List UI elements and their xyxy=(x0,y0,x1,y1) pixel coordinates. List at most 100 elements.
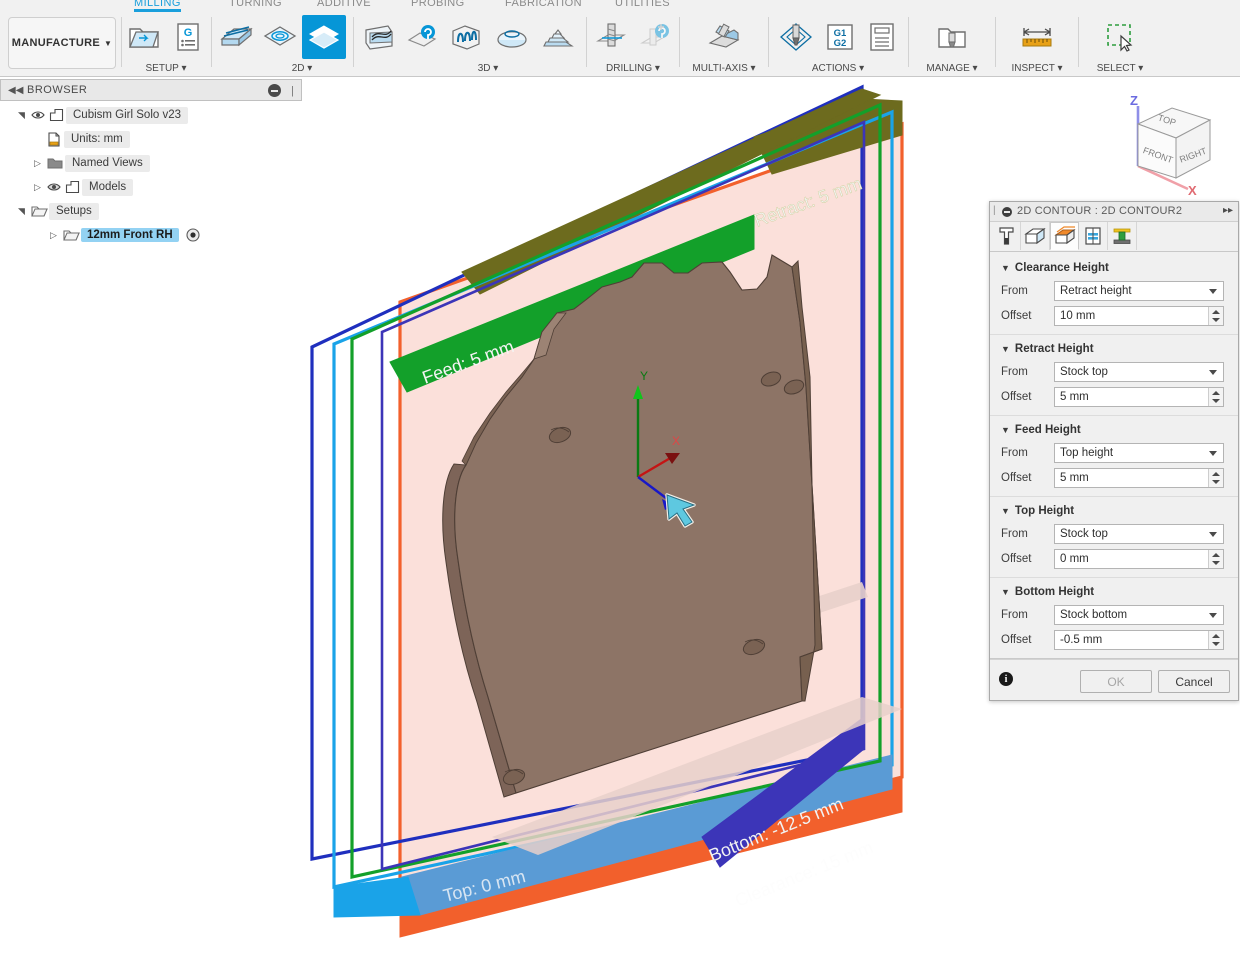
spinner-up-icon[interactable] xyxy=(1212,390,1220,395)
view-cube[interactable]: Z X TOP FRONT RIGHT xyxy=(1110,92,1235,198)
spinner-buttons[interactable] xyxy=(1208,387,1223,406)
clearance-offset-input[interactable]: 10 mm xyxy=(1054,305,1224,326)
spinner-up-icon[interactable] xyxy=(1212,309,1220,314)
spinner-buttons[interactable] xyxy=(1208,549,1223,568)
select-window-button[interactable] xyxy=(1098,15,1142,59)
top-from-select[interactable]: Stock top xyxy=(1054,523,1224,544)
scallop-toolpath-button[interactable] xyxy=(490,15,534,59)
bore-button[interactable] xyxy=(633,15,677,59)
adaptive-clearing-button[interactable] xyxy=(356,15,400,59)
multi-axis-contour-button[interactable] xyxy=(702,15,746,59)
group-header[interactable]: ▼ Feed Height xyxy=(990,420,1238,440)
clearance-from-select[interactable]: Retract height xyxy=(1054,280,1224,301)
dialog-expand-icon[interactable]: ▸▸ xyxy=(1223,205,1233,216)
spinner-down-icon[interactable] xyxy=(1212,398,1220,403)
collapse-panel-icon[interactable]: ◀◀ xyxy=(8,85,23,96)
spinner-down-icon[interactable] xyxy=(1212,317,1220,322)
tab-milling[interactable]: MILLING xyxy=(134,0,181,12)
bottom-offset-input[interactable]: -0.5 mm xyxy=(1054,629,1224,650)
tab-utilities[interactable]: UTILITIES xyxy=(615,0,670,9)
feed-from-select[interactable]: Top height xyxy=(1054,442,1224,463)
caret-down-icon[interactable]: ▼ xyxy=(1001,587,1010,597)
tree-row-named-views[interactable]: ▷ Named Views xyxy=(0,151,302,175)
spinner-up-icon[interactable] xyxy=(1212,633,1220,638)
caret-down-icon[interactable]: ▼ xyxy=(1001,344,1010,354)
cancel-button[interactable]: Cancel xyxy=(1158,670,1230,693)
tab-additive[interactable]: ADDITIVE xyxy=(317,0,371,9)
bottom-from-select[interactable]: Stock bottom xyxy=(1054,604,1224,625)
measure-button[interactable] xyxy=(1015,15,1059,59)
workspace-selector[interactable]: MANUFACTURE ▼ xyxy=(8,17,116,69)
setup-post-process-button[interactable]: G xyxy=(166,15,210,59)
feed-offset-input[interactable]: 5 mm xyxy=(1054,467,1224,488)
tree-row-models[interactable]: ▷ Models xyxy=(0,175,302,199)
spinner-up-icon[interactable] xyxy=(1212,471,1220,476)
group-header[interactable]: ▼ Clearance Height xyxy=(990,258,1238,278)
retract-offset-input[interactable]: 5 mm xyxy=(1054,386,1224,407)
panel-3d-label[interactable]: 3D ▾ xyxy=(444,63,532,74)
spinner-down-icon[interactable] xyxy=(1212,560,1220,565)
tab-tool[interactable] xyxy=(992,222,1021,250)
2d-adaptive-button[interactable] xyxy=(258,15,302,59)
simulate-button[interactable] xyxy=(774,15,818,59)
tab-probing[interactable]: PROBING xyxy=(411,0,465,9)
face-toolpath-button[interactable] xyxy=(214,15,258,59)
pocket-clearing-button[interactable] xyxy=(400,15,444,59)
setup-new-button[interactable] xyxy=(122,15,166,59)
top-offset-input[interactable]: 0 mm xyxy=(1054,548,1224,569)
twisty-down-icon[interactable]: ◥ xyxy=(14,206,29,217)
active-setup-radio[interactable] xyxy=(186,228,200,242)
panel-drilling-label[interactable]: DRILLING ▾ xyxy=(589,63,677,74)
parallel-toolpath-button[interactable] xyxy=(444,15,488,59)
tab-turning[interactable]: TURNING xyxy=(229,0,282,9)
drill-button[interactable] xyxy=(589,15,633,59)
spinner-buttons[interactable] xyxy=(1208,630,1223,649)
tree-row-setup-12mm-front-rh[interactable]: ▷ 12mm Front RH xyxy=(0,223,302,247)
post-process-button[interactable]: G1 G2 xyxy=(818,15,862,59)
dialog-header[interactable]: | 2D CONTOUR : 2D CONTOUR2 ▸▸ xyxy=(990,202,1238,222)
ok-button[interactable]: OK xyxy=(1080,670,1152,693)
minimize-icon[interactable] xyxy=(268,84,281,97)
tab-fabrication[interactable]: FABRICATION xyxy=(505,0,582,9)
panel-manage-label[interactable]: MANAGE ▾ xyxy=(911,63,993,74)
tree-row-setups[interactable]: ◥ Setups xyxy=(0,199,302,223)
panel-multi-axis-label[interactable]: MULTI-AXIS ▾ xyxy=(682,63,766,74)
group-header[interactable]: ▼ Top Height xyxy=(990,501,1238,521)
twisty-right-icon[interactable]: ▷ xyxy=(46,230,61,241)
operation-dialog[interactable]: | 2D CONTOUR : 2D CONTOUR2 ▸▸ ▼ Clearanc… xyxy=(989,201,1239,701)
retract-from-select[interactable]: Stock top xyxy=(1054,361,1224,382)
twisty-right-icon[interactable]: ▷ xyxy=(30,158,45,169)
panel-setup-label[interactable]: SETUP ▾ xyxy=(122,63,210,74)
tree-row-document[interactable]: ◥ Cubism Girl Solo v23 xyxy=(0,103,302,127)
panel-actions-label[interactable]: ACTIONS ▾ xyxy=(772,63,904,74)
visibility-eye-icon[interactable] xyxy=(45,182,62,192)
caret-down-icon[interactable]: ▼ xyxy=(1001,263,1010,273)
twisty-right-icon[interactable]: ▷ xyxy=(30,182,45,193)
setup-sheet-button[interactable] xyxy=(860,15,904,59)
tab-linking[interactable] xyxy=(1108,222,1137,250)
caret-down-icon[interactable]: ▼ xyxy=(1001,506,1010,516)
panel-2d-label[interactable]: 2D ▾ xyxy=(258,63,346,74)
spinner-buttons[interactable] xyxy=(1208,468,1223,487)
tab-geometry[interactable] xyxy=(1021,222,1050,250)
spinner-buttons[interactable] xyxy=(1208,306,1223,325)
spinner-down-icon[interactable] xyxy=(1212,641,1220,646)
group-header[interactable]: ▼ Bottom Height xyxy=(990,582,1238,602)
spinner-up-icon[interactable] xyxy=(1212,552,1220,557)
twisty-down-icon[interactable]: ◥ xyxy=(14,110,29,121)
panel-select-label[interactable]: SELECT ▾ xyxy=(1081,63,1159,74)
group-header[interactable]: ▼ Retract Height xyxy=(990,339,1238,359)
grip-icon[interactable]: | xyxy=(291,85,294,97)
panel-inspect-label[interactable]: INSPECT ▾ xyxy=(998,63,1076,74)
visibility-eye-icon[interactable] xyxy=(29,110,46,120)
caret-down-icon[interactable]: ▼ xyxy=(1001,425,1010,435)
dialog-collapse-icon[interactable] xyxy=(1002,207,1012,217)
tab-heights[interactable] xyxy=(1050,222,1079,250)
tool-library-button[interactable] xyxy=(930,15,974,59)
info-icon[interactable]: i xyxy=(999,672,1013,686)
tab-passes[interactable] xyxy=(1079,222,1108,250)
ramp-toolpath-button[interactable] xyxy=(536,15,580,59)
dialog-grip-icon[interactable]: | xyxy=(993,205,996,216)
spinner-down-icon[interactable] xyxy=(1212,479,1220,484)
2d-contour-button[interactable] xyxy=(302,15,346,59)
